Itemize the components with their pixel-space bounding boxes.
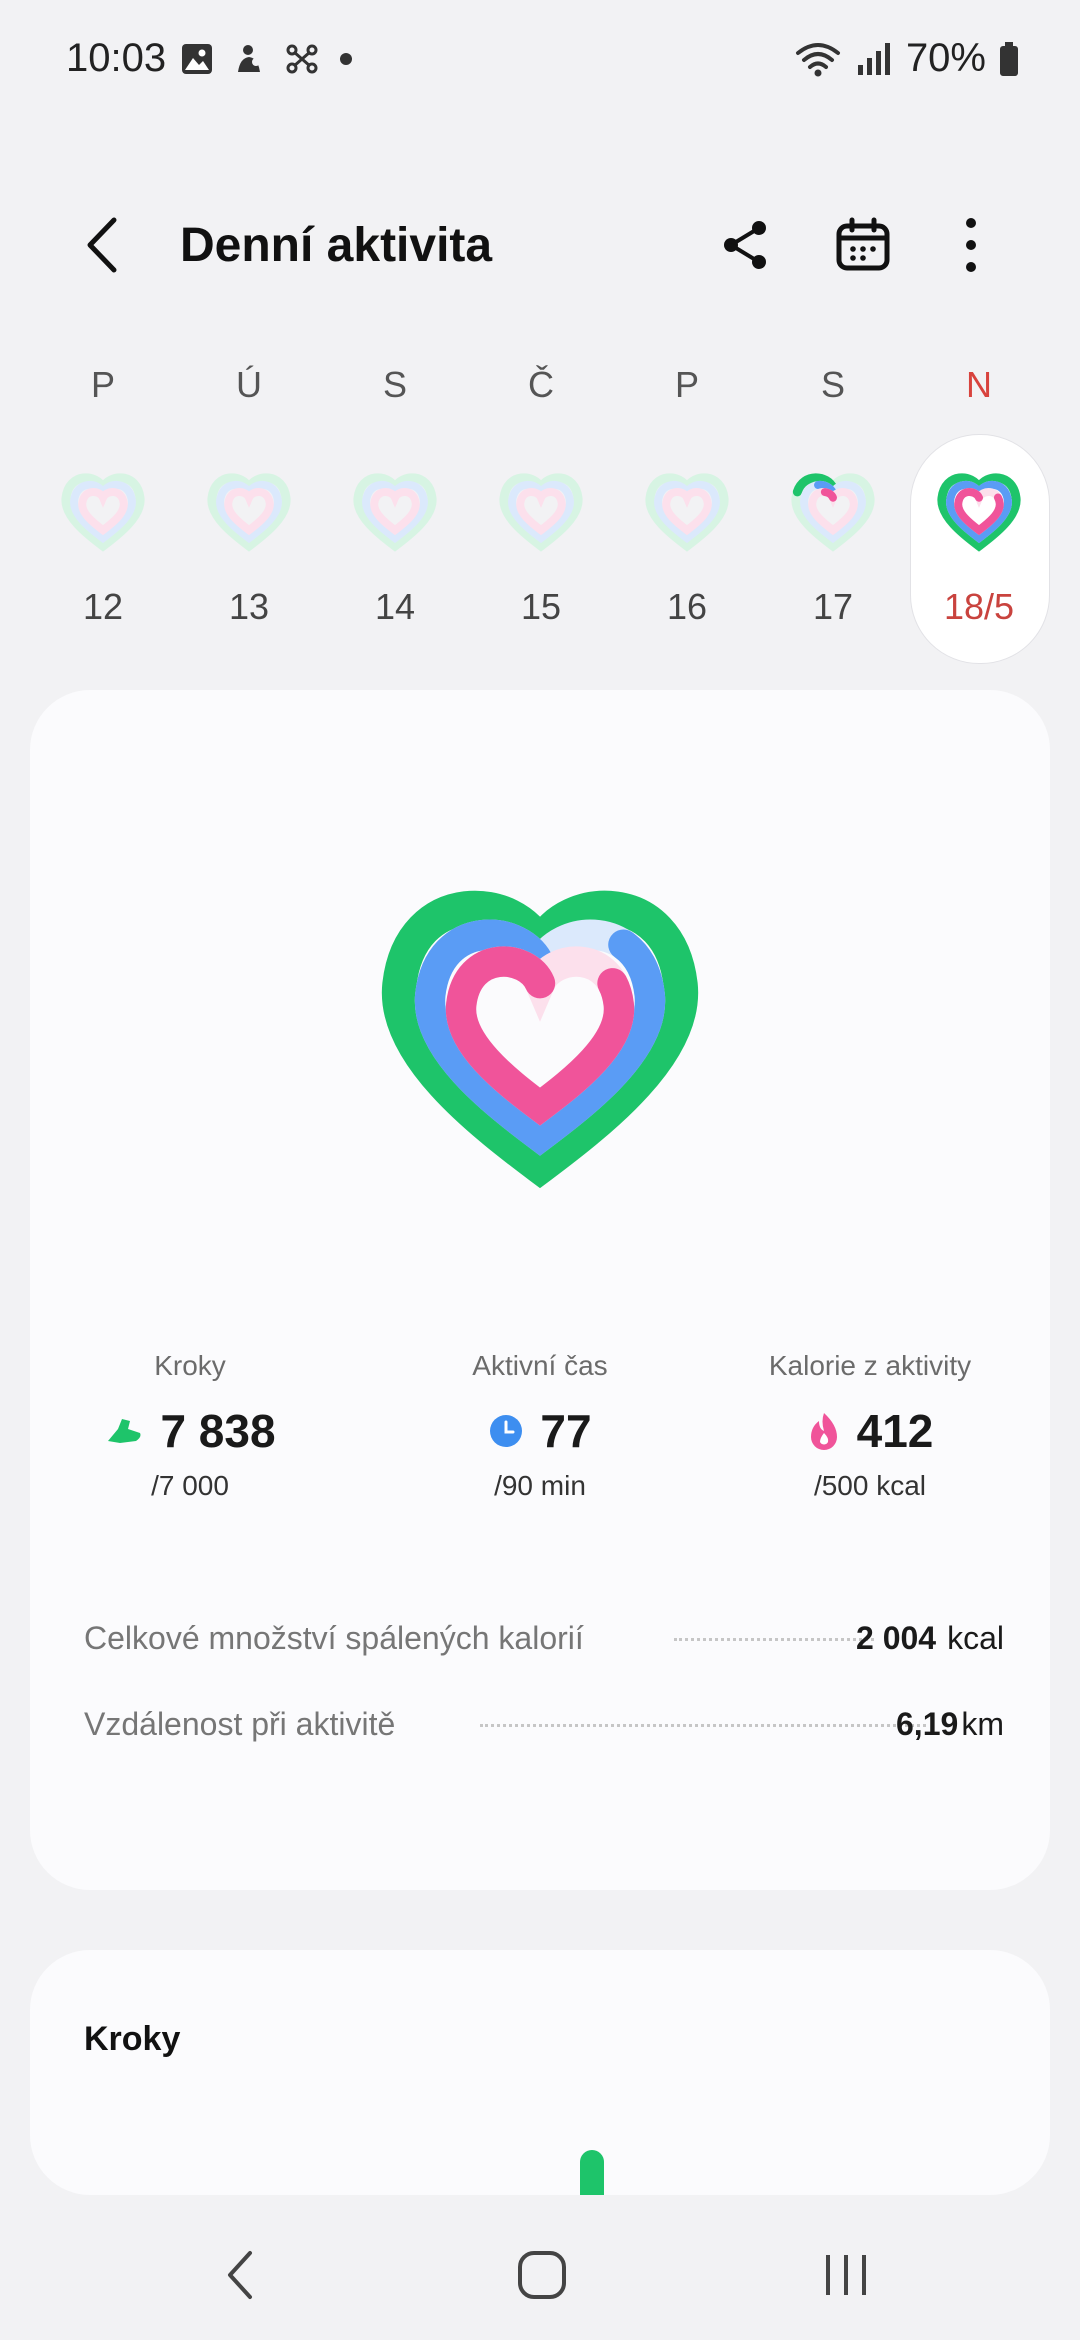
back-arrow-icon <box>87 217 117 273</box>
app-header: Denní aktivita <box>0 180 1080 310</box>
day-activity-heart-icon <box>645 473 729 552</box>
steps-card-title: Kroky <box>84 2020 181 2058</box>
nav-back-button[interactable] <box>200 2240 280 2310</box>
steps-chart-bar <box>580 2150 604 2195</box>
day-number: 13 <box>228 586 270 627</box>
day-item[interactable]: P 12 <box>38 360 168 670</box>
stat-goal: /7 000 <box>151 1470 229 1501</box>
share-button[interactable] <box>710 210 780 280</box>
dotted-leader <box>674 1638 874 1641</box>
signal-icon <box>857 42 890 75</box>
day-activity-heart-icon <box>499 473 583 552</box>
day-number: 14 <box>374 586 416 627</box>
day-item[interactable]: Ú 13 <box>184 360 314 670</box>
stat-steps: Kroky 7 838 /7 000 <box>30 1350 350 1502</box>
stat-value: 77 <box>540 1405 592 1457</box>
flame-icon <box>810 1413 837 1450</box>
status-bar: 10:03 70% <box>0 0 1080 120</box>
dot-icon <box>340 53 352 65</box>
day-item[interactable]: P 16 <box>622 360 752 670</box>
page-title: Denní aktivita <box>180 219 493 272</box>
battery-icon <box>1000 41 1018 76</box>
activity-heart-icon <box>381 890 699 1189</box>
day-item[interactable]: N 18/5 <box>914 360 1044 670</box>
total-calories-row: Celkové množství spálených kalorií 2 004… <box>84 1610 1004 1670</box>
health-app-icon <box>238 45 260 72</box>
day-number: 16 <box>666 586 708 627</box>
day-number: 18/5 <box>943 586 1015 627</box>
day-number: 17 <box>812 586 854 627</box>
distance-row: Vzdálenost při aktivitě 6,19 km <box>84 1696 1004 1756</box>
stat-label: Kroky <box>154 1350 226 1381</box>
steps-card[interactable]: Kroky <box>30 1950 1050 2195</box>
calendar-button[interactable] <box>828 210 898 280</box>
day-letter: S <box>820 364 845 405</box>
stat-value: 7 838 <box>160 1405 276 1457</box>
activity-stats: Kroky 7 838 /7 000 Aktivní čas 77 /90 mi… <box>30 1350 1050 1530</box>
distance-unit: km <box>961 1706 1004 1742</box>
activity-summary-card: Kroky 7 838 /7 000 Aktivní čas 77 /90 mi… <box>30 690 1050 1890</box>
stat-goal: /500 kcal <box>813 1470 927 1501</box>
nav-recents-button[interactable] <box>806 2240 886 2310</box>
shoe-icon <box>108 1419 141 1443</box>
nav-back-icon <box>228 2251 252 2299</box>
notification-icons <box>180 42 354 76</box>
nav-home-button[interactable] <box>502 2240 582 2310</box>
stat-active-time: Aktivní čas 77 /90 min <box>380 1350 700 1502</box>
status-time: 10:03 <box>66 36 167 80</box>
total-calories-unit: kcal <box>947 1620 1004 1656</box>
day-activity-heart-icon <box>61 473 145 552</box>
clock-icon <box>490 1415 523 1447</box>
day-number: 12 <box>82 586 124 627</box>
day-letter: Ú <box>236 364 262 405</box>
day-letter: Č <box>528 364 554 405</box>
share-icon <box>724 221 766 269</box>
molecule-icon <box>286 44 318 74</box>
week-selector: P 12 Ú 13 S 14 Č 15 P 16 S 17 N 18/5 <box>0 360 1080 680</box>
stat-calories: Kalorie z aktivity 412 /500 kcal <box>710 1350 1030 1502</box>
stat-goal: /90 min <box>494 1470 586 1501</box>
day-letter: S <box>382 364 407 405</box>
status-right: 70% <box>794 36 1020 81</box>
back-button[interactable] <box>70 210 140 280</box>
nav-recents-icon <box>826 2255 866 2295</box>
calendar-icon <box>836 217 890 271</box>
system-nav-bar <box>0 2200 1080 2340</box>
gallery-icon <box>182 44 212 74</box>
day-letter: P <box>674 364 699 405</box>
more-options-button[interactable] <box>936 210 1006 280</box>
total-calories-value: 2 004 <box>856 1620 937 1656</box>
day-letter: P <box>90 364 115 405</box>
day-item[interactable]: S 14 <box>330 360 460 670</box>
day-item[interactable]: Č 15 <box>476 360 606 670</box>
distance-label: Vzdálenost při aktivitě <box>84 1706 396 1742</box>
day-activity-heart-icon <box>791 473 875 552</box>
stat-label: Aktivní čas <box>472 1350 608 1381</box>
day-item[interactable]: S 17 <box>768 360 898 670</box>
battery-percent: 70% <box>905 36 986 80</box>
stat-value: 412 <box>856 1405 934 1457</box>
day-letter: N <box>966 364 992 405</box>
day-number: 15 <box>520 586 562 627</box>
dotted-leader <box>480 1724 926 1727</box>
day-activity-heart-icon <box>353 473 437 552</box>
total-calories-label: Celkové množství spálených kalorií <box>84 1620 584 1656</box>
day-activity-heart-icon <box>937 473 1021 552</box>
stat-label: Kalorie z aktivity <box>768 1350 972 1381</box>
wifi-icon <box>795 42 840 76</box>
day-activity-heart-icon <box>207 473 291 552</box>
nav-home-icon <box>518 2251 566 2299</box>
distance-value: 6,19 <box>896 1706 959 1742</box>
more-vertical-icon <box>966 218 976 272</box>
